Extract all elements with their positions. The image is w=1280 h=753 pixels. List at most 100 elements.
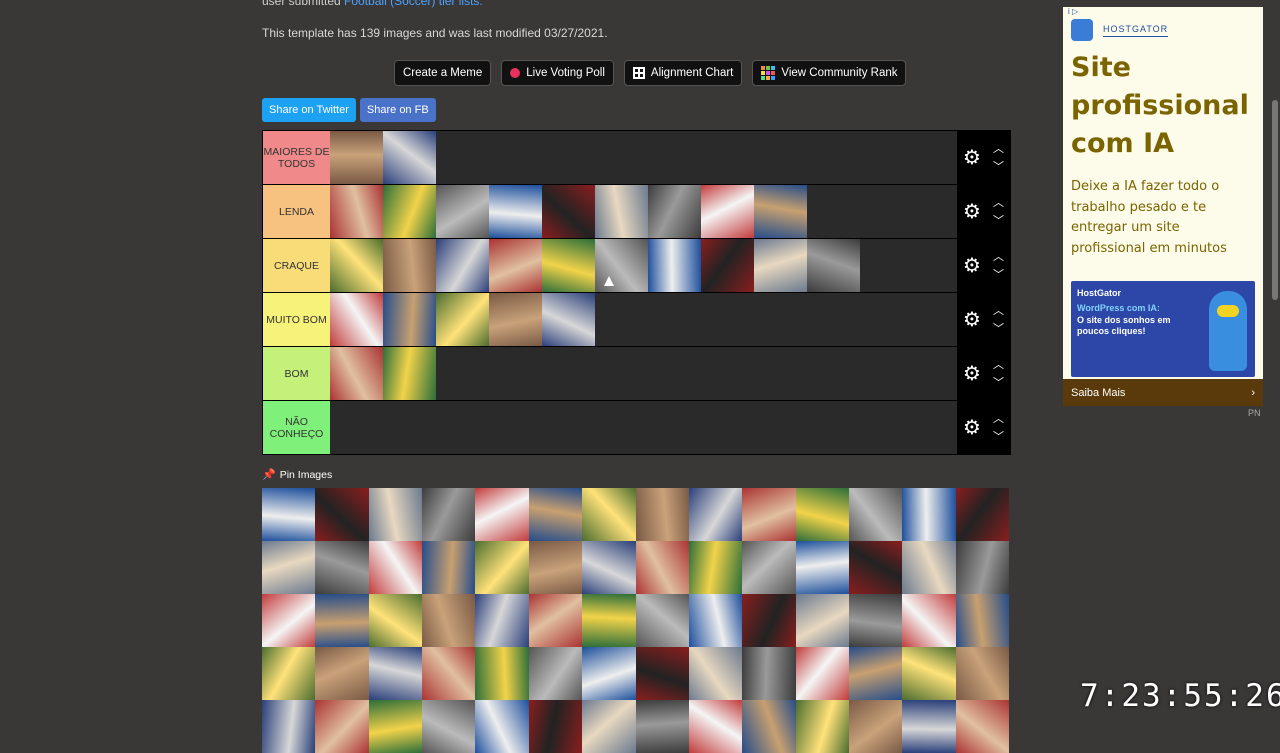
player-image[interactable] — [368, 647, 423, 700]
player-image[interactable] — [848, 700, 903, 753]
player-image[interactable] — [807, 239, 860, 292]
player-image[interactable] — [688, 594, 743, 647]
tier-items[interactable] — [330, 185, 957, 238]
player-image[interactable] — [582, 541, 636, 594]
adchoices-icon[interactable]: i ▷ — [1068, 7, 1078, 16]
player-image[interactable] — [383, 293, 436, 346]
chevron-down-icon[interactable]: ﹀ — [993, 428, 1004, 446]
player-image[interactable] — [368, 541, 423, 594]
player-image[interactable] — [701, 239, 754, 292]
share-twitter-button[interactable]: Share on Twitter — [262, 98, 356, 122]
advertisement[interactable]: HOSTGATOR Site profissional com IA Deixe… — [1063, 7, 1263, 406]
player-image[interactable] — [902, 700, 956, 753]
player-image[interactable] — [635, 700, 689, 753]
player-image[interactable] — [595, 185, 648, 238]
scrollbar-thumb[interactable] — [1272, 100, 1278, 300]
player-image[interactable] — [330, 185, 383, 238]
player-image[interactable] — [848, 541, 903, 594]
player-image[interactable] — [848, 594, 903, 647]
player-image[interactable] — [582, 594, 636, 647]
player-image[interactable] — [262, 700, 316, 753]
chevron-up-icon[interactable]: ︿ — [993, 356, 1004, 374]
player-image[interactable] — [528, 700, 583, 753]
player-image[interactable] — [475, 647, 529, 700]
player-image[interactable] — [688, 541, 743, 594]
player-image[interactable] — [436, 239, 489, 292]
chevron-up-icon[interactable]: ︿ — [993, 140, 1004, 158]
player-image[interactable] — [688, 700, 743, 753]
chevron-up-icon[interactable]: ︿ — [993, 410, 1004, 428]
ad-cta-button[interactable]: Saiba Mais › — [1063, 379, 1263, 406]
community-rank-button[interactable]: View Community Rank — [752, 60, 907, 86]
chevron-down-icon[interactable]: ﹀ — [993, 158, 1004, 176]
player-image[interactable] — [582, 700, 636, 753]
tier-lists-link[interactable]: Football (Soccer) tier lists. — [344, 0, 483, 8]
player-image[interactable] — [475, 541, 529, 594]
player-image[interactable] — [795, 647, 849, 700]
player-image[interactable] — [742, 647, 796, 700]
player-image[interactable] — [742, 700, 796, 753]
chevron-down-icon[interactable]: ﹀ — [993, 320, 1004, 338]
player-image[interactable] — [330, 239, 383, 292]
player-image[interactable] — [902, 541, 956, 594]
tier-label[interactable]: MUITO BOM — [263, 293, 330, 346]
player-image[interactable] — [955, 594, 1010, 647]
player-image[interactable] — [955, 647, 1010, 700]
player-image[interactable] — [754, 185, 807, 238]
player-image[interactable] — [795, 488, 849, 541]
player-image[interactable] — [422, 594, 476, 647]
player-image[interactable] — [542, 293, 595, 346]
player-image[interactable] — [315, 647, 369, 700]
gear-icon[interactable]: ⚙ — [963, 307, 981, 332]
gear-icon[interactable]: ⚙ — [963, 253, 981, 278]
player-image[interactable] — [648, 239, 701, 292]
player-image[interactable] — [795, 541, 849, 594]
player-image[interactable] — [582, 647, 636, 700]
player-image[interactable] — [795, 594, 849, 647]
tier-label[interactable]: MAIORES DE TODOS — [263, 131, 330, 184]
player-image[interactable] — [422, 488, 476, 541]
player-image[interactable] — [688, 647, 743, 700]
tier-items[interactable] — [330, 347, 957, 400]
player-image[interactable] — [635, 488, 689, 541]
player-image[interactable] — [542, 239, 595, 292]
tier-items[interactable] — [330, 401, 957, 454]
player-image[interactable] — [262, 488, 316, 541]
player-image[interactable] — [330, 293, 383, 346]
tier-label[interactable]: LENDA — [263, 185, 330, 238]
player-image[interactable] — [688, 488, 743, 541]
tier-label[interactable]: CRAQUE — [263, 239, 330, 292]
tier-items[interactable] — [330, 293, 957, 346]
player-image[interactable] — [262, 594, 316, 647]
player-image[interactable] — [422, 700, 476, 753]
player-image[interactable] — [795, 700, 849, 753]
chevron-up-icon[interactable]: ︿ — [993, 194, 1004, 212]
player-image[interactable] — [383, 347, 436, 400]
chevron-down-icon[interactable]: ﹀ — [993, 212, 1004, 230]
player-image[interactable] — [542, 185, 595, 238]
gear-icon[interactable]: ⚙ — [963, 145, 981, 170]
gear-icon[interactable]: ⚙ — [963, 199, 981, 224]
player-image[interactable] — [368, 488, 423, 541]
player-image[interactable] — [742, 594, 796, 647]
player-image[interactable] — [742, 488, 796, 541]
player-image[interactable] — [848, 647, 903, 700]
player-image[interactable] — [955, 700, 1010, 753]
player-image[interactable] — [902, 488, 956, 541]
player-image[interactable] — [742, 541, 796, 594]
player-image[interactable] — [368, 700, 423, 753]
player-image[interactable] — [528, 541, 583, 594]
share-fb-button[interactable]: Share on FB — [359, 98, 436, 122]
tier-items[interactable] — [330, 131, 957, 184]
chevron-up-icon[interactable]: ︿ — [993, 248, 1004, 266]
player-image[interactable] — [315, 488, 369, 541]
chevron-up-icon[interactable]: ︿ — [993, 302, 1004, 320]
player-image[interactable] — [528, 488, 583, 541]
player-image[interactable] — [315, 541, 369, 594]
player-image[interactable] — [475, 594, 529, 647]
player-image[interactable] — [315, 700, 369, 753]
tier-items[interactable] — [330, 239, 957, 292]
player-image[interactable] — [595, 239, 648, 292]
player-image[interactable] — [528, 647, 583, 700]
ad-image[interactable]: HostGator WordPress com IA: O site dos s… — [1071, 281, 1255, 377]
